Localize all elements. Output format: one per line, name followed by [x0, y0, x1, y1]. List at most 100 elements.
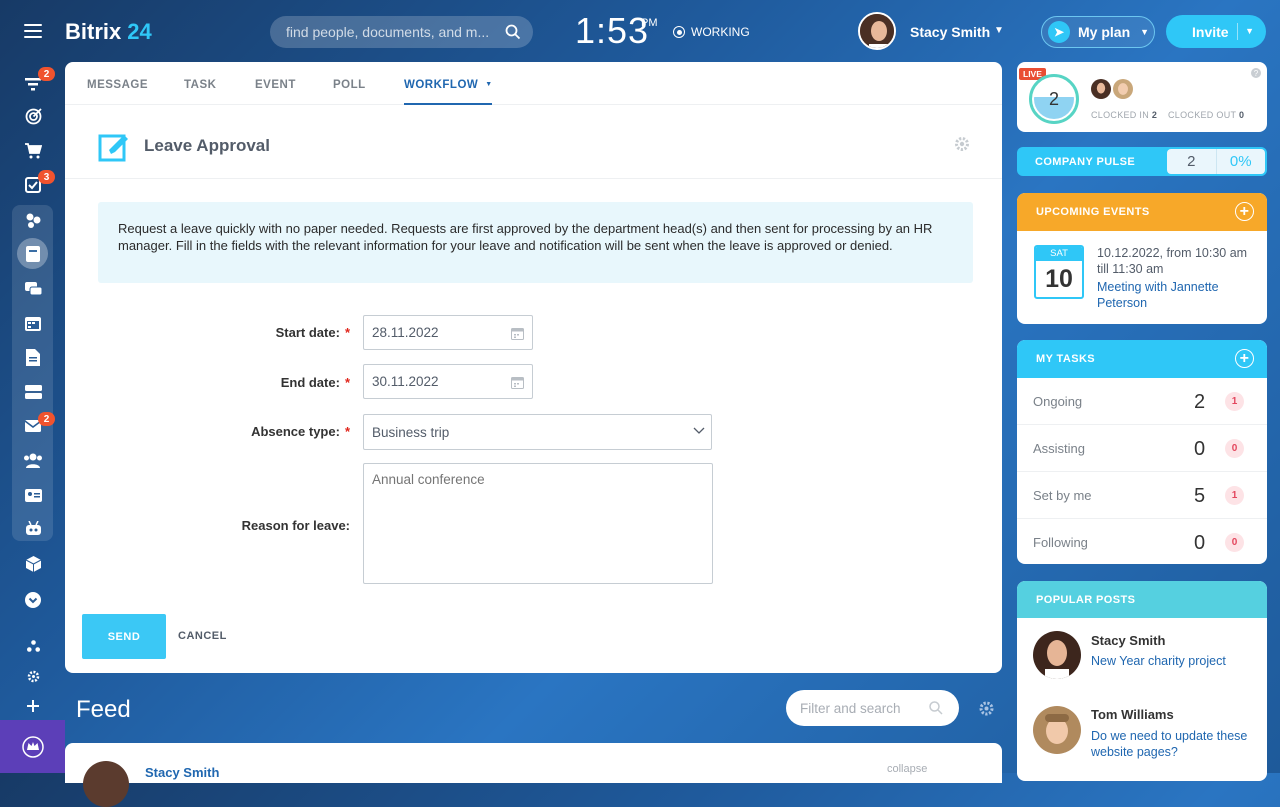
- user-avatar[interactable]: [858, 12, 896, 50]
- sites-icon[interactable]: [22, 210, 44, 230]
- clocked-in-stat: CLOCKED IN 2: [1091, 110, 1157, 120]
- calendar-icon[interactable]: [511, 376, 524, 389]
- tab-task[interactable]: TASK: [184, 79, 216, 91]
- required-mark: *: [344, 375, 350, 390]
- drive-icon[interactable]: [22, 382, 44, 402]
- active-tab-underline: [404, 103, 492, 105]
- reason-textarea[interactable]: [363, 463, 713, 584]
- my-plan-button[interactable]: ➤ My plan ▼: [1041, 16, 1155, 48]
- box-icon[interactable]: [22, 554, 44, 574]
- events-header: UPCOMING EVENTS +: [1017, 193, 1267, 231]
- timeman-widget[interactable]: LIVE 2 CLOCKED IN 2 CLOCKED OUT 0 ?: [1017, 62, 1267, 132]
- event-day: SAT: [1036, 247, 1082, 261]
- event-name-link[interactable]: Meeting with Jannette Peterson: [1097, 279, 1262, 311]
- task-row-label: Assisting: [1033, 441, 1086, 456]
- edit-form-icon: [98, 134, 128, 162]
- clocked-in-value: 2: [1151, 110, 1158, 120]
- avatar[interactable]: [1033, 631, 1081, 679]
- avatar[interactable]: [1033, 706, 1081, 754]
- task-row-badge: 0: [1225, 533, 1244, 552]
- task-row-following[interactable]: Following 0 0: [1017, 519, 1267, 564]
- calendar-icon[interactable]: [22, 313, 44, 333]
- search-input[interactable]: [286, 16, 491, 48]
- start-date-field[interactable]: 28.11.2022: [363, 315, 533, 350]
- task-row-value: 0: [1194, 532, 1206, 554]
- rocket-icon: ➤: [1048, 21, 1070, 43]
- task-row-set-by-me[interactable]: Set by me 5 1: [1017, 472, 1267, 519]
- tab-workflow-label: WORKFLOW: [404, 79, 479, 91]
- notification-badge: 2: [38, 412, 55, 426]
- task-row-ongoing[interactable]: Ongoing 2 1: [1017, 378, 1267, 425]
- tab-workflow[interactable]: WORKFLOW ▼: [404, 79, 493, 91]
- tab-message[interactable]: MESSAGE: [87, 79, 148, 91]
- help-icon[interactable]: ?: [1251, 68, 1261, 78]
- clocked-in-count: 2: [1034, 79, 1074, 119]
- search-box: [270, 16, 533, 48]
- settings-icon[interactable]: [22, 666, 44, 686]
- documents-icon[interactable]: [22, 347, 44, 367]
- invite-button[interactable]: Invite ▼: [1166, 15, 1266, 48]
- task-row-value: 5: [1194, 485, 1206, 507]
- post-author[interactable]: Tom Williams: [1091, 707, 1174, 722]
- feed-title: Feed: [76, 696, 131, 723]
- task-row-label: Ongoing: [1033, 394, 1083, 409]
- chevron-down-icon[interactable]: ▼: [1245, 26, 1254, 36]
- gear-icon[interactable]: [954, 136, 970, 152]
- absence-type-select[interactable]: Business trip: [363, 414, 712, 450]
- employees-icon[interactable]: [22, 450, 44, 470]
- add-task-icon[interactable]: +: [1235, 349, 1254, 368]
- end-date-label-text: End date:: [280, 375, 340, 390]
- send-button[interactable]: SEND: [82, 614, 166, 659]
- event-time: 10.12.2022, from 10:30 am till 11:30 am: [1097, 246, 1248, 276]
- more-icon[interactable]: [22, 590, 44, 610]
- app-logo[interactable]: Bitrix 24: [65, 19, 152, 45]
- avatar[interactable]: [83, 761, 129, 807]
- posts-header: POPULAR POSTS: [1017, 581, 1267, 618]
- post-author[interactable]: Stacy Smith: [1091, 633, 1165, 648]
- chevron-down-icon[interactable]: ▼: [994, 25, 1004, 36]
- collapse-link[interactable]: collapse: [887, 763, 927, 775]
- task-row-value: 2: [1194, 391, 1206, 413]
- search-icon[interactable]: [505, 24, 521, 40]
- logo-number: 24: [127, 19, 152, 44]
- user-name[interactable]: Stacy Smith: [910, 24, 990, 40]
- task-row-label: Following: [1033, 535, 1088, 550]
- structure-icon[interactable]: [22, 636, 44, 656]
- robot-icon[interactable]: [22, 519, 44, 539]
- clocked-in-label: CLOCKED IN: [1091, 110, 1150, 120]
- post-title-link[interactable]: Do we need to update these website pages…: [1091, 728, 1261, 760]
- search-icon[interactable]: [929, 701, 943, 715]
- add-event-icon[interactable]: +: [1235, 202, 1254, 221]
- tab-event[interactable]: EVENT: [255, 79, 296, 91]
- company-pulse-label: COMPANY PULSE: [1035, 156, 1136, 168]
- target-icon[interactable]: [22, 106, 44, 126]
- my-tasks-widget: MY TASKS + Ongoing 2 1 Assisting 0 0 Set by m…: [1017, 340, 1267, 564]
- divider: [65, 178, 1002, 179]
- company-pulse-widget[interactable]: COMPANY PULSE 2 0%: [1017, 147, 1267, 176]
- form-title: Leave Approval: [144, 136, 270, 155]
- contact-icon[interactable]: [22, 485, 44, 505]
- task-row-assisting[interactable]: Assisting 0 0: [1017, 425, 1267, 472]
- tab-poll[interactable]: POLL: [333, 79, 366, 91]
- pulse-value: 2: [1167, 149, 1217, 174]
- feed-icon[interactable]: [22, 244, 44, 264]
- add-icon[interactable]: [22, 696, 44, 716]
- chevron-down-icon: ▼: [1140, 27, 1150, 37]
- gear-icon[interactable]: [978, 700, 995, 717]
- record-icon: [673, 26, 685, 38]
- end-date-label: End date: *: [65, 375, 350, 390]
- chat-icon[interactable]: [22, 279, 44, 299]
- tasks-title: MY TASKS: [1036, 353, 1096, 365]
- work-status[interactable]: WORKING: [673, 25, 750, 39]
- feed-filter-placeholder: Filter and search: [800, 700, 901, 716]
- post-title-link[interactable]: New Year charity project: [1091, 653, 1261, 669]
- crown-icon[interactable]: [0, 720, 65, 773]
- menu-icon[interactable]: [24, 24, 42, 38]
- end-date-field[interactable]: 30.11.2022: [363, 364, 533, 399]
- calendar-icon[interactable]: [511, 327, 524, 340]
- feed-filter-input[interactable]: Filter and search: [786, 690, 959, 726]
- cancel-button[interactable]: CANCEL: [178, 630, 227, 642]
- clock-time[interactable]: 1:53: [575, 10, 649, 52]
- cart-icon[interactable]: [22, 141, 44, 161]
- required-mark: *: [344, 424, 350, 439]
